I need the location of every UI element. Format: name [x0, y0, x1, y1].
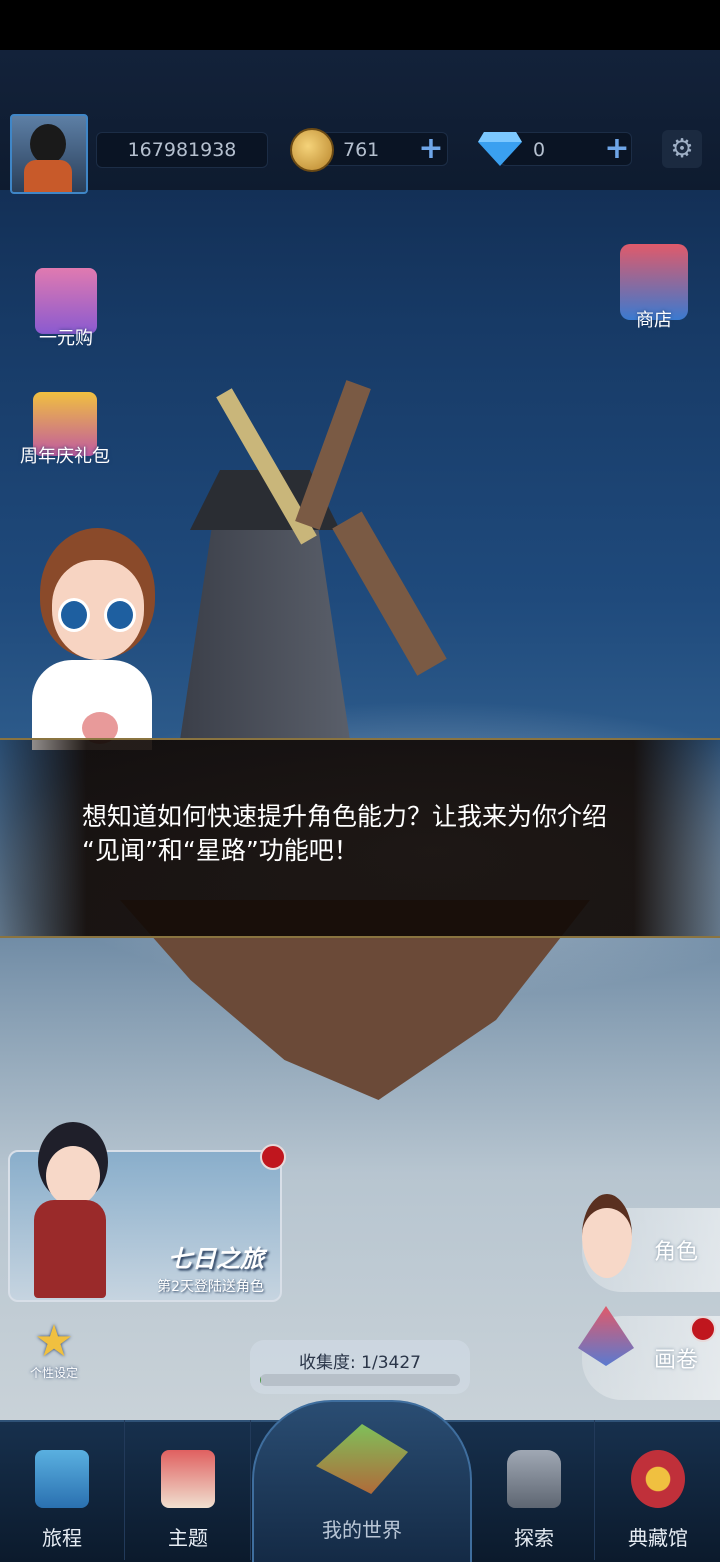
anniversary-gift-button[interactable]: 周年庆礼包: [10, 392, 120, 468]
shop-button[interactable]: 商店: [614, 244, 694, 332]
character-avatar: [582, 1194, 632, 1278]
tab-collection-hall[interactable]: 典藏馆: [596, 1420, 720, 1560]
personal-settings-button[interactable]: ★ 个性设定: [14, 1320, 94, 1381]
notification-dot: [690, 1316, 716, 1342]
kimono-character-body: [34, 1200, 106, 1298]
anniversary-gift-label: 周年庆礼包: [20, 446, 110, 467]
scroll-label: 画卷: [653, 1348, 698, 1373]
tab-theme-label: 主题: [168, 1526, 208, 1550]
world-island-icon: [316, 1424, 408, 1494]
add-coins-button[interactable]: +: [414, 132, 448, 166]
player-avatar[interactable]: [10, 114, 88, 194]
star-icon: ★: [34, 1316, 74, 1367]
collection-progress-label: 收集度: 1/3427: [299, 1353, 421, 1373]
lock-icon: [507, 1450, 561, 1508]
gem-value: 0: [533, 139, 546, 161]
promo-subtitle: 第2天登陆送角色: [157, 1279, 264, 1295]
tab-explore-label: 探索: [514, 1526, 554, 1550]
add-gems-button[interactable]: +: [600, 132, 634, 166]
character-button[interactable]: 角色: [582, 1194, 720, 1292]
player-id: 167981938: [96, 132, 268, 168]
tab-explore[interactable]: 探索: [474, 1420, 595, 1560]
tab-my-world[interactable]: 我的世界: [252, 1400, 472, 1562]
diamond-icon: [478, 132, 522, 166]
coin-icon: [290, 128, 334, 172]
tutorial-dialog-text: 想知道如何快速提升角色能力？让我来为你介绍 “见闻”和“星路”功能吧！: [82, 802, 608, 865]
map-search-icon: [35, 1450, 89, 1508]
collection-progress: 收集度: 1/3427: [250, 1340, 470, 1394]
guide-character-eye: [104, 598, 136, 632]
kimono-character-face: [46, 1146, 100, 1206]
top-bar: [0, 50, 720, 190]
tab-journey[interactable]: 旅程: [0, 1420, 125, 1560]
character-label: 角色: [653, 1240, 698, 1265]
tab-collection-hall-label: 典藏馆: [628, 1526, 688, 1550]
collection-progress-bar: [260, 1374, 460, 1386]
shop-label: 商店: [636, 310, 672, 331]
tab-my-world-label: 我的世界: [322, 1518, 402, 1542]
status-bar: [0, 0, 720, 50]
one-yuan-label: 一元购: [39, 328, 93, 349]
house-icon: [161, 1450, 215, 1508]
coin-value: 761: [343, 139, 380, 161]
guide-character-eye: [58, 598, 90, 632]
one-yuan-purchase-button[interactable]: 一元购: [24, 268, 108, 350]
settings-gear-icon[interactable]: ⚙: [662, 130, 702, 168]
tab-theme[interactable]: 主题: [126, 1420, 251, 1560]
collection-progress-fill: [260, 1374, 261, 1386]
notification-dot: [260, 1144, 286, 1170]
promo-title: 七日之旅: [168, 1245, 264, 1273]
tab-journey-label: 旅程: [42, 1526, 82, 1550]
personal-settings-label: 个性设定: [29, 1366, 78, 1380]
medal-icon: [631, 1450, 685, 1508]
